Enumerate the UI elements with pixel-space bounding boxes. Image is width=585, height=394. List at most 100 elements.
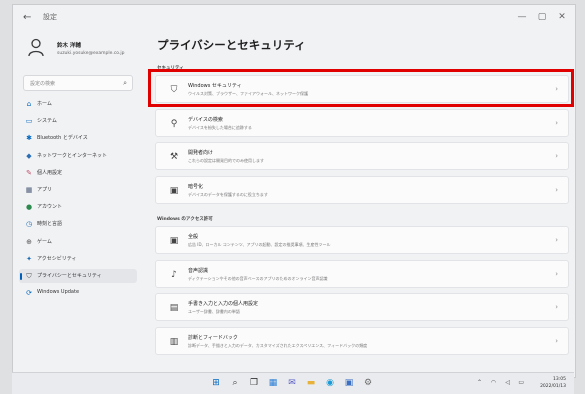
sidebar-item-label: ネットワークとインターネット — [37, 152, 108, 159]
sidebar: 鈴木 洋輔 suzuki.yosuke@example.co.jp 設定の検索 … — [13, 31, 141, 371]
settings-icon[interactable]: ⚙ — [362, 377, 374, 389]
accessibility-icon: ✦ — [26, 254, 32, 263]
diagnostics-icon: ▥ — [169, 336, 179, 347]
sidebar-item[interactable]: ● アカウント — [19, 200, 137, 214]
chevron-right-icon: › — [555, 269, 558, 278]
chevron-up-icon[interactable]: ⌃ — [477, 379, 482, 386]
avatar — [23, 37, 49, 63]
sidebar-item-label: ゲーム — [37, 238, 52, 245]
sidebar-item[interactable]: ⟳ Windows Update — [19, 286, 137, 300]
settings-card[interactable]: ▤ 手書き入力と入力の個人用設定 ユーザー辞書、辞書内の単語 › — [155, 293, 569, 321]
sidebar-item-label: システム — [37, 118, 57, 125]
search-placeholder: 設定の検索 — [30, 81, 56, 87]
network-icon: ◆ — [26, 151, 32, 160]
taskbar: ⊞ ⌕ ❐ ▦ ✉ ▬ ◉ ▣ ⚙ ⌃ ◠ ◁ ▭ 13:05 2022/01/13 — [12, 372, 574, 394]
sidebar-item[interactable]: ◷ 時刻と言語 — [19, 217, 137, 231]
card-title: 暗号化 — [188, 183, 204, 190]
back-arrow-icon[interactable]: ← — [23, 12, 35, 24]
sidebar-item[interactable]: ✎ 個人用設定 — [19, 166, 137, 180]
sidebar-item[interactable]: ◆ ネットワークとインターネット — [19, 149, 137, 163]
start-icon[interactable]: ⊞ — [210, 377, 222, 389]
sidebar-item[interactable]: ✦ アクセシビリティ — [19, 252, 137, 266]
update-icon: ⟳ — [26, 289, 32, 298]
chat-icon[interactable]: ✉ — [286, 377, 298, 389]
app-title: 設定 — [43, 13, 57, 21]
person-pin-icon: ⚲ — [170, 118, 178, 129]
edge-icon[interactable]: ◉ — [324, 377, 336, 389]
sidebar-item[interactable]: ▦ アプリ — [19, 183, 137, 197]
user-profile[interactable]: 鈴木 洋輔 suzuki.yosuke@example.co.jp — [23, 35, 141, 65]
shield-icon: ⛉ — [26, 272, 32, 280]
settings-card[interactable]: ▣ 暗号化 デバイスのデータを保護するのに役立ちます › — [155, 175, 569, 204]
battery-icon[interactable]: ▭ — [518, 379, 524, 386]
card-description: これらの設定は開発目的でのみ使用します — [188, 158, 264, 163]
sidebar-item[interactable]: ✱ Bluetooth とデバイス — [19, 131, 137, 145]
bluetooth-icon: ✱ — [26, 134, 32, 143]
lock-icon: ▣ — [169, 236, 179, 246]
sidebar-item-label: 個人用設定 — [37, 169, 63, 176]
chevron-right-icon: › — [555, 303, 558, 311]
clock-date: 2022/01/13 — [540, 384, 566, 389]
sidebar-item[interactable]: ⊕ ゲーム — [19, 235, 137, 249]
clock[interactable]: 13:05 2022/01/13 — [540, 376, 566, 390]
search-icon[interactable]: ⌕ — [229, 377, 241, 389]
sidebar-item[interactable]: ⛉ プライバシーとセキュリティ — [19, 269, 137, 283]
monitor-icon: ▭ — [25, 117, 33, 126]
chevron-right-icon: › — [555, 336, 558, 345]
chevron-right-icon: › — [555, 236, 558, 244]
lock-icon: ▣ — [169, 185, 179, 196]
card-title: 全般 — [188, 234, 199, 240]
home-icon: ⌂ — [26, 100, 32, 108]
gamepad-icon: ⊕ — [26, 237, 32, 246]
settings-card[interactable]: ♪ 音声認識 ディクテーションやその他の音声ベースのアプリのためのオンライン音声認識… — [155, 259, 569, 288]
file-explorer-icon[interactable]: ▬ — [305, 377, 317, 389]
speaker-icon[interactable]: ◁ — [505, 379, 510, 386]
sidebar-item[interactable]: ⌂ ホーム — [19, 97, 137, 111]
sidebar-item-label: 時刻と言語 — [37, 221, 63, 228]
sidebar-item-label: アプリ — [37, 187, 53, 193]
account-icon: ● — [25, 203, 33, 212]
card-description: ユーザー辞書、辞書内の単語 — [188, 309, 240, 314]
chevron-right-icon: › — [555, 152, 558, 160]
search-input[interactable]: 設定の検索 ⌕ — [23, 75, 133, 91]
card-title: 音声認識 — [188, 267, 209, 274]
sidebar-item-label: Windows Update — [37, 289, 80, 296]
card-description: ディクテーションやその他の音声ベースのアプリのためのオンライン音声認識 — [188, 275, 328, 281]
developer-tools-icon: ⚒ — [169, 152, 179, 162]
sidebar-item-label: アクセシビリティ — [37, 255, 77, 262]
widgets-icon[interactable]: ▦ — [267, 377, 279, 389]
user-icon — [28, 38, 44, 57]
settings-card[interactable]: ▣ 全般 広告 ID、ローカル コンテンツ、アプリの起動、設定の推奨事項、生産性ツー… — [155, 226, 569, 254]
selection-indicator — [20, 273, 22, 280]
notepad-icon: ▤ — [169, 303, 179, 313]
chevron-right-icon: › — [555, 185, 558, 194]
sidebar-item-label: アカウント — [37, 204, 63, 211]
sidebar-item-label: ホーム — [37, 101, 52, 107]
card-title: 診断とフィードバック — [188, 334, 238, 341]
store-icon[interactable]: ▣ — [343, 377, 355, 389]
task-view-icon[interactable]: ❐ — [248, 377, 260, 389]
settings-card[interactable]: ⚲ デバイスの検索 デバイスを紛失した場合に追跡する › — [155, 108, 569, 137]
card-title: 開発者向け — [188, 150, 214, 156]
close-button[interactable]: ✕ — [555, 11, 569, 23]
settings-window: ← 設定 — ▢ ✕ 鈴木 洋輔 suzuki.yosuke@example.c… — [12, 4, 576, 378]
card-description: デバイスのデータを保護するのに役立ちます — [188, 191, 268, 197]
chevron-right-icon: › — [555, 118, 558, 127]
network-icon[interactable]: ◠ — [491, 379, 496, 386]
apps-icon: ▦ — [25, 186, 33, 194]
highlight-box — [148, 69, 574, 107]
page-title: プライバシーとセキュリティ — [157, 38, 306, 52]
minimize-button[interactable]: — — [515, 11, 529, 23]
brush-icon: ✎ — [26, 168, 32, 177]
sidebar-item[interactable]: ▭ システム — [19, 114, 137, 128]
settings-card[interactable]: ⚒ 開発者向けこれらの設定は開発目的でのみ使用します › — [155, 142, 569, 170]
card-description: 診断データ、手描きと入力のデータ、カスタマイズされたエクスペリエンス、フィードバ… — [188, 342, 368, 348]
title-bar: ← 設定 — ▢ ✕ — [13, 5, 575, 31]
sidebar-item-label: Bluetooth とデバイス — [37, 135, 88, 142]
card-title: 手書き入力と入力の個人用設定 — [188, 301, 259, 307]
clock-time: 13:05 — [553, 377, 566, 382]
maximize-button[interactable]: ▢ — [535, 11, 549, 23]
settings-card[interactable]: ▥ 診断とフィードバック 診断データ、手描きと入力のデータ、カスタマイズされたエクス… — [155, 326, 569, 355]
user-email: suzuki.yosuke@example.co.jp — [57, 51, 125, 56]
section-heading: Windows のアクセス許可 — [157, 217, 213, 222]
